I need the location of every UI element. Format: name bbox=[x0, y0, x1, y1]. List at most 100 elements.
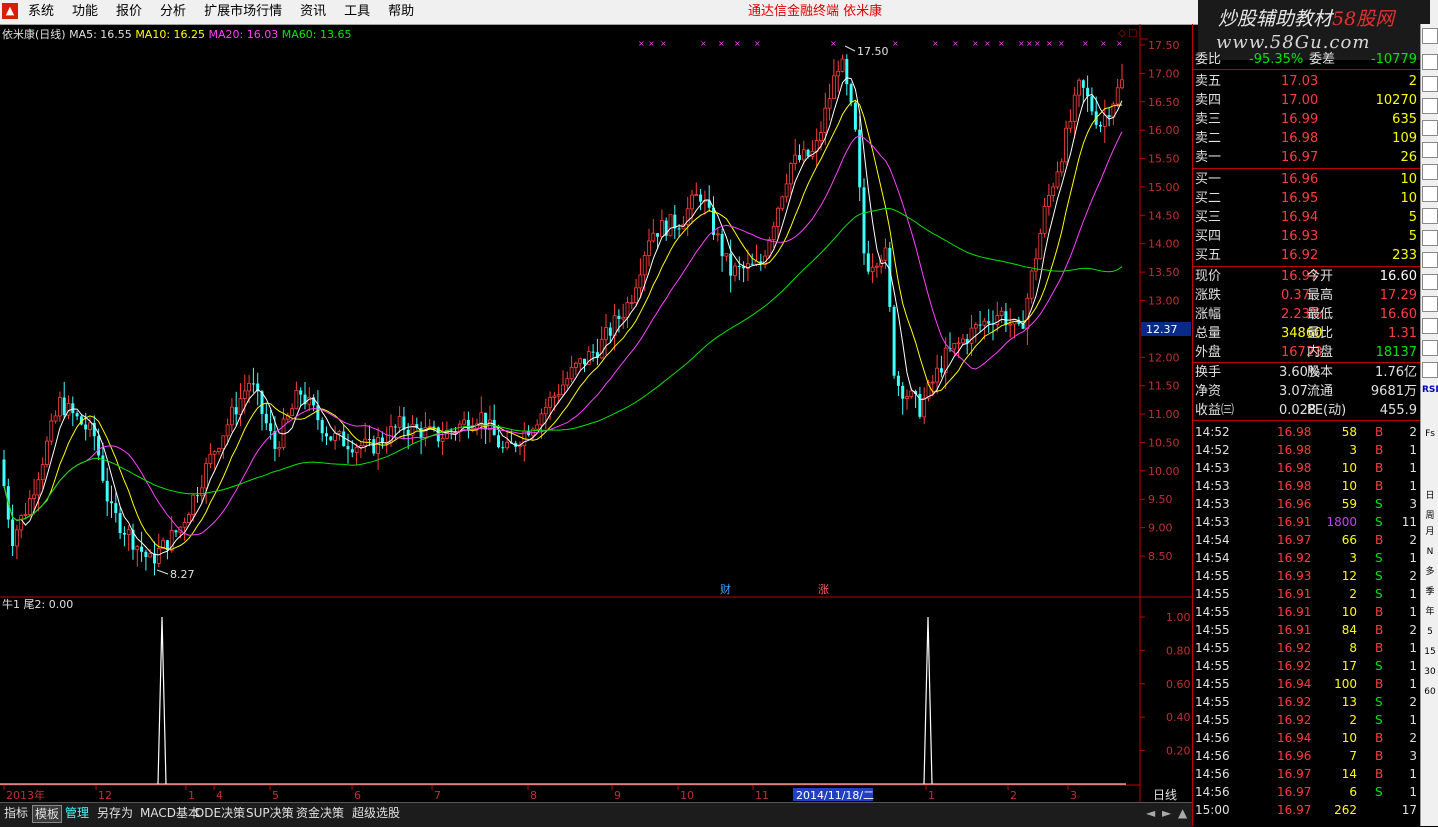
app-logo-icon: ▲ bbox=[2, 3, 18, 19]
candle-body bbox=[548, 397, 552, 408]
menu-extended-market[interactable]: 扩展市场行情 bbox=[204, 0, 282, 24]
menu-help[interactable]: 帮助 bbox=[388, 0, 414, 24]
tab-scroll-left-icon[interactable]: ◄ bbox=[1144, 805, 1157, 821]
toolbar-item[interactable]: N bbox=[1422, 544, 1438, 560]
tick-price: 16.92 bbox=[1277, 713, 1312, 727]
tab-sup[interactable]: SUP决策 bbox=[244, 805, 296, 821]
stat-label: 外盘 bbox=[1195, 345, 1222, 360]
candle-body bbox=[518, 445, 522, 448]
toolbar-item[interactable]: Fs bbox=[1422, 426, 1438, 442]
tick-count: 17 bbox=[1401, 803, 1417, 817]
candle-body bbox=[432, 426, 436, 428]
toolbar-item[interactable]: 日 bbox=[1422, 488, 1438, 504]
toolbar-chart-icon[interactable] bbox=[1422, 164, 1438, 180]
candle-body bbox=[1090, 96, 1094, 112]
tick-volume: 6 bbox=[1349, 785, 1357, 799]
toolbar-chart-icon[interactable] bbox=[1422, 186, 1438, 202]
toolbar-chart-icon[interactable] bbox=[1422, 252, 1438, 268]
toolbar-chart-icon[interactable] bbox=[1422, 340, 1438, 356]
tick-time: 14:56 bbox=[1195, 749, 1230, 763]
bid-volume: 5 bbox=[1408, 210, 1417, 225]
toolbar-chart-icon[interactable] bbox=[1422, 208, 1438, 224]
toolbar-item[interactable]: RSI bbox=[1422, 382, 1438, 398]
toolbar-item[interactable]: 周 bbox=[1422, 508, 1438, 524]
candle-body bbox=[329, 436, 333, 441]
quote-row: 14:52 16.98 58 B 2 bbox=[1193, 423, 1419, 441]
tick-time: 14:55 bbox=[1195, 713, 1230, 727]
menu-quote[interactable]: 报价 bbox=[116, 0, 142, 24]
toolbar-chart-icon[interactable] bbox=[1422, 120, 1438, 136]
quote-row: 净资 3.07 流通 9681万 bbox=[1193, 382, 1419, 401]
tick-side: S bbox=[1375, 713, 1383, 727]
sub-signal-spike bbox=[157, 616, 167, 785]
candle-body bbox=[647, 240, 651, 256]
tab-fund[interactable]: 资金决策 bbox=[294, 805, 346, 821]
ask-label: 卖四 bbox=[1195, 93, 1222, 108]
tab-save-as[interactable]: 另存为 bbox=[95, 805, 135, 821]
bid-volume: 10 bbox=[1400, 191, 1417, 206]
chart-window-icon[interactable]: □ bbox=[1128, 28, 1137, 39]
toolbar-chart-icon[interactable] bbox=[1422, 318, 1438, 334]
tick-volume: 2 bbox=[1349, 587, 1357, 601]
toolbar-chart-icon[interactable] bbox=[1422, 28, 1438, 44]
candle-body bbox=[883, 247, 888, 261]
tab-menu-icon[interactable]: ▲ bbox=[1176, 805, 1189, 821]
tab-template[interactable]: 模板 bbox=[32, 805, 63, 823]
toolbar-item[interactable]: 30 bbox=[1422, 664, 1438, 680]
bid-volume: 233 bbox=[1392, 248, 1417, 263]
chart-expand-icon[interactable]: ◇ bbox=[1118, 28, 1126, 39]
menu-function[interactable]: 功能 bbox=[72, 0, 98, 24]
candle-body bbox=[1115, 87, 1120, 105]
quote-row: 卖三 16.99 635 bbox=[1193, 110, 1419, 129]
candle-body bbox=[110, 501, 113, 504]
quote-row: 14:55 16.92 13 S 2 bbox=[1193, 693, 1419, 711]
tab-indicator[interactable]: 指标 bbox=[2, 805, 30, 821]
toolbar-chart-icon[interactable] bbox=[1422, 76, 1438, 92]
tab-manage[interactable]: 管理 bbox=[63, 805, 91, 821]
candle-body bbox=[368, 439, 371, 441]
ask-price: 16.98 bbox=[1281, 131, 1319, 146]
toolbar-chart-icon[interactable] bbox=[1422, 54, 1438, 70]
toolbar-item[interactable]: 年 bbox=[1422, 604, 1438, 620]
candle-body bbox=[1025, 297, 1030, 330]
toolbar-chart-icon[interactable] bbox=[1422, 362, 1438, 378]
stat-label: 总量 bbox=[1195, 326, 1222, 341]
ask-volume: 10270 bbox=[1375, 93, 1417, 108]
menu-tools[interactable]: 工具 bbox=[344, 0, 370, 24]
menu-system[interactable]: 系统 bbox=[28, 0, 54, 24]
tab-super-screen[interactable]: 超级选股 bbox=[350, 805, 402, 821]
tab-scroll-right-icon[interactable]: ► bbox=[1160, 805, 1173, 821]
tick-count: 1 bbox=[1409, 785, 1417, 799]
quote-row: 涨幅 2.23% 最低 16.60 bbox=[1193, 305, 1419, 324]
signal-marker: × bbox=[1026, 39, 1033, 48]
candle-body bbox=[40, 464, 45, 481]
ask-volume: 2 bbox=[1408, 74, 1417, 89]
toolbar-chart-icon[interactable] bbox=[1422, 142, 1438, 158]
toolbar-chart-icon[interactable] bbox=[1422, 274, 1438, 290]
stat-label: 涨跌 bbox=[1195, 288, 1222, 303]
tab-dde[interactable]: DDE决策 bbox=[193, 805, 247, 821]
toolbar-chart-icon[interactable] bbox=[1422, 230, 1438, 246]
kline-chart[interactable]: 17.50 17.00 16.50 16.00 15.50 15.00 14.50 14.00… bbox=[0, 24, 1192, 802]
tick-volume: 10 bbox=[1341, 605, 1357, 619]
date-axis-label: 6 bbox=[354, 789, 361, 802]
candle-body bbox=[247, 383, 252, 392]
period-label[interactable]: 日线 bbox=[1153, 788, 1177, 802]
tick-price: 16.97 bbox=[1277, 785, 1312, 799]
toolbar-item[interactable]: 60 bbox=[1422, 684, 1438, 700]
toolbar-item[interactable]: 月 bbox=[1422, 524, 1438, 540]
toolbar-item[interactable]: 5 bbox=[1422, 624, 1438, 640]
toolbar-chart-icon[interactable] bbox=[1422, 98, 1438, 114]
toolbar-chart-icon[interactable] bbox=[1422, 296, 1438, 312]
tick-price: 16.93 bbox=[1277, 569, 1312, 583]
menu-news[interactable]: 资讯 bbox=[300, 0, 326, 24]
menu-analysis[interactable]: 分析 bbox=[160, 0, 186, 24]
event-limit-up[interactable]: 涨 bbox=[818, 583, 829, 596]
toolbar-item[interactable]: 多 bbox=[1422, 564, 1438, 580]
ask-price: 17.00 bbox=[1281, 93, 1319, 108]
toolbar-item[interactable]: 季 bbox=[1422, 584, 1438, 600]
event-finance[interactable]: 财 bbox=[720, 582, 731, 596]
toolbar-item[interactable]: 15 bbox=[1422, 644, 1438, 660]
candle-body bbox=[845, 59, 849, 85]
stat-value-2: 16.60 bbox=[1379, 269, 1417, 284]
